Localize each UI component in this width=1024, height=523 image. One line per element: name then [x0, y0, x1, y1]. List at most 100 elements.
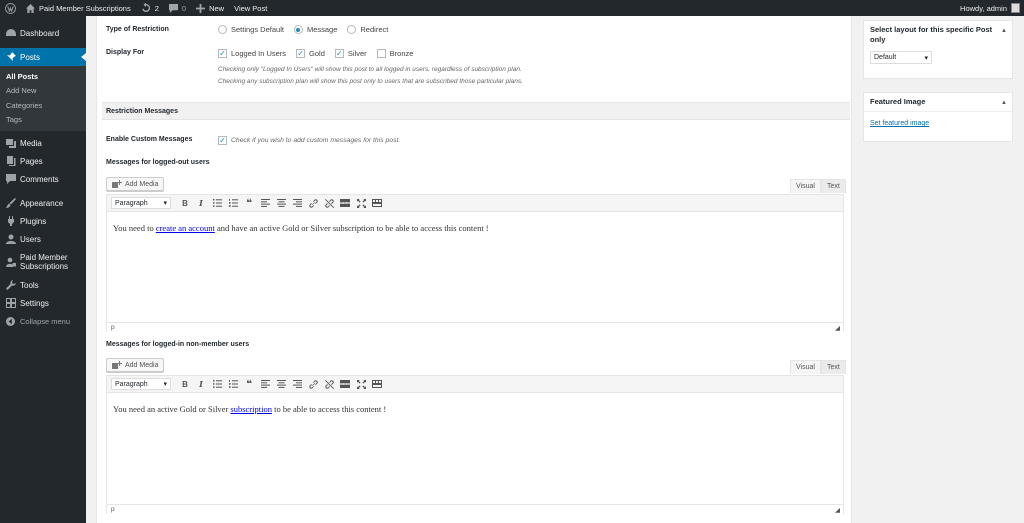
tab-text[interactable]: Text	[821, 179, 846, 193]
radio-control[interactable]	[218, 25, 227, 34]
resize-handle-icon[interactable]: ◢	[835, 324, 840, 332]
menu-label-settings: Settings	[20, 298, 49, 308]
align-center-icon[interactable]	[273, 197, 289, 210]
checkbox-control[interactable]: ✓	[218, 49, 227, 58]
menu-item-pages[interactable]: Pages	[0, 152, 86, 170]
restriction-type-radios: Settings Default Message Redirect	[218, 25, 398, 34]
layout-metabox-header[interactable]: Select layout for this specific Post onl…	[864, 21, 1012, 49]
italic-icon[interactable]: I	[193, 197, 209, 210]
editor-content-area[interactable]: You need an active Gold or Silver subscr…	[107, 393, 843, 504]
checkbox-silver[interactable]: ✓ Silver	[334, 49, 367, 58]
toggle-arrow-up-icon[interactable]: ▲	[1001, 98, 1007, 108]
menu-item-users[interactable]: Users	[0, 230, 86, 248]
featured-image-header[interactable]: Featured Image ▲	[864, 93, 1012, 112]
radio-control[interactable]	[293, 25, 303, 34]
menu-item-plugins[interactable]: Plugins	[0, 212, 86, 230]
checkbox-bronze[interactable]: Bronze	[376, 49, 413, 58]
menu-item-media[interactable]: Media	[0, 134, 86, 152]
collapse-menu-button[interactable]: Collapse menu	[0, 312, 86, 330]
format-select[interactable]: Paragraph ▾	[111, 378, 171, 390]
comments-link[interactable]: 0	[164, 0, 191, 16]
wordpress-logo-icon[interactable]	[0, 0, 21, 16]
resize-handle-icon[interactable]: ◢	[835, 506, 840, 514]
bullet-list-icon[interactable]	[209, 378, 225, 391]
collapse-menu-label: Collapse menu	[20, 316, 71, 326]
align-right-icon[interactable]	[289, 197, 305, 210]
subscription-link[interactable]: subscription	[230, 404, 272, 414]
plus-icon	[196, 3, 206, 13]
display-for-label: Display For	[106, 49, 145, 56]
add-media-button[interactable]: Add Media	[106, 358, 165, 372]
checkbox-gold[interactable]: ✓ Gold	[296, 49, 325, 58]
link-icon[interactable]	[305, 197, 321, 210]
checkbox-logged-in-users[interactable]: ✓ Logged In Users	[218, 49, 286, 58]
bullet-list-icon[interactable]	[209, 197, 225, 210]
create-account-link[interactable]: create an account	[156, 223, 215, 233]
user-account-menu[interactable]: Howdy, admin	[955, 0, 1024, 16]
blockquote-icon[interactable]: ❝	[241, 378, 257, 391]
radio-control[interactable]	[347, 25, 357, 34]
align-left-icon[interactable]	[257, 378, 273, 391]
site-name-link[interactable]: Paid Member Subscriptions	[21, 0, 136, 16]
dashboard-icon	[5, 28, 16, 39]
submenu-tags[interactable]: Tags	[0, 113, 86, 128]
view-post-link[interactable]: View Post	[229, 0, 272, 16]
menu-item-settings[interactable]: Settings	[0, 294, 86, 312]
tab-visual[interactable]: Visual	[790, 179, 821, 193]
align-right-icon[interactable]	[289, 378, 305, 391]
submenu-categories[interactable]: Categories	[0, 98, 86, 113]
new-label: New	[209, 3, 225, 13]
toolbar-toggle-icon[interactable]	[369, 197, 385, 210]
tab-visual[interactable]: Visual	[790, 360, 821, 374]
add-media-button[interactable]: Add Media	[106, 177, 165, 191]
restriction-messages-heading: Restriction Messages	[102, 102, 850, 120]
checkbox-control[interactable]: ✓	[334, 49, 344, 58]
format-select[interactable]: Paragraph ▾	[111, 197, 171, 209]
numbered-list-icon[interactable]	[225, 378, 241, 391]
submenu-all-posts[interactable]: All Posts	[0, 69, 86, 84]
checkbox-enable-custom-messages[interactable]: ✓ Check if you wish to add custom message…	[218, 136, 400, 145]
toggle-arrow-up-icon[interactable]: ▲	[1001, 26, 1007, 36]
menu-label-pms-line1: Paid Member	[20, 253, 68, 262]
link-icon[interactable]	[305, 378, 321, 391]
layout-select[interactable]: Default ▾	[870, 51, 932, 64]
menu-item-tools[interactable]: Tools	[0, 276, 86, 294]
fullscreen-icon[interactable]	[353, 378, 369, 391]
unlink-icon[interactable]	[321, 378, 337, 391]
read-more-icon[interactable]	[337, 378, 353, 391]
updates-link[interactable]: 2	[136, 0, 164, 16]
editor-content-area[interactable]: You need to create an account and have a…	[107, 212, 843, 322]
layout-metabox: Select layout for this specific Post onl…	[863, 20, 1013, 79]
menu-item-paid-member-subscriptions[interactable]: Paid Member Subscriptions	[0, 248, 86, 276]
menu-label-media: Media	[20, 138, 42, 148]
radio-message[interactable]: Message	[293, 25, 337, 34]
align-center-icon[interactable]	[273, 378, 289, 391]
toolbar-toggle-icon[interactable]	[369, 378, 385, 391]
numbered-list-icon[interactable]	[225, 197, 241, 210]
checkbox-control[interactable]: ✓	[296, 49, 306, 58]
menu-item-dashboard[interactable]: Dashboard	[0, 24, 86, 42]
fullscreen-icon[interactable]	[353, 197, 369, 210]
display-for-help-1: Checking only "Logged In Users" will sho…	[218, 66, 522, 73]
menu-item-appearance[interactable]: Appearance	[0, 194, 86, 212]
read-more-icon[interactable]	[337, 197, 353, 210]
wrench-icon	[5, 280, 16, 291]
menu-item-comments[interactable]: Comments	[0, 170, 86, 188]
submenu-add-new[interactable]: Add New	[0, 84, 86, 99]
italic-icon[interactable]: I	[193, 378, 209, 391]
new-content-link[interactable]: New	[191, 0, 229, 16]
checkbox-control[interactable]	[376, 49, 386, 58]
menu-item-posts[interactable]: Posts	[0, 48, 86, 66]
radio-settings-default[interactable]: Settings Default	[218, 25, 284, 34]
tab-text[interactable]: Text	[821, 360, 846, 374]
radio-redirect[interactable]: Redirect	[347, 25, 388, 34]
display-for-help-2: Checking any subscription plan will show…	[218, 78, 523, 85]
unlink-icon[interactable]	[321, 197, 337, 210]
align-left-icon[interactable]	[257, 197, 273, 210]
blockquote-icon[interactable]: ❝	[241, 197, 257, 210]
set-featured-image-link[interactable]: Set featured image	[870, 120, 929, 127]
checkbox-control[interactable]: ✓	[218, 136, 227, 145]
bold-icon[interactable]: B	[177, 197, 193, 210]
menu-label-pms: Paid Member Subscriptions	[20, 253, 68, 271]
bold-icon[interactable]: B	[177, 378, 193, 391]
